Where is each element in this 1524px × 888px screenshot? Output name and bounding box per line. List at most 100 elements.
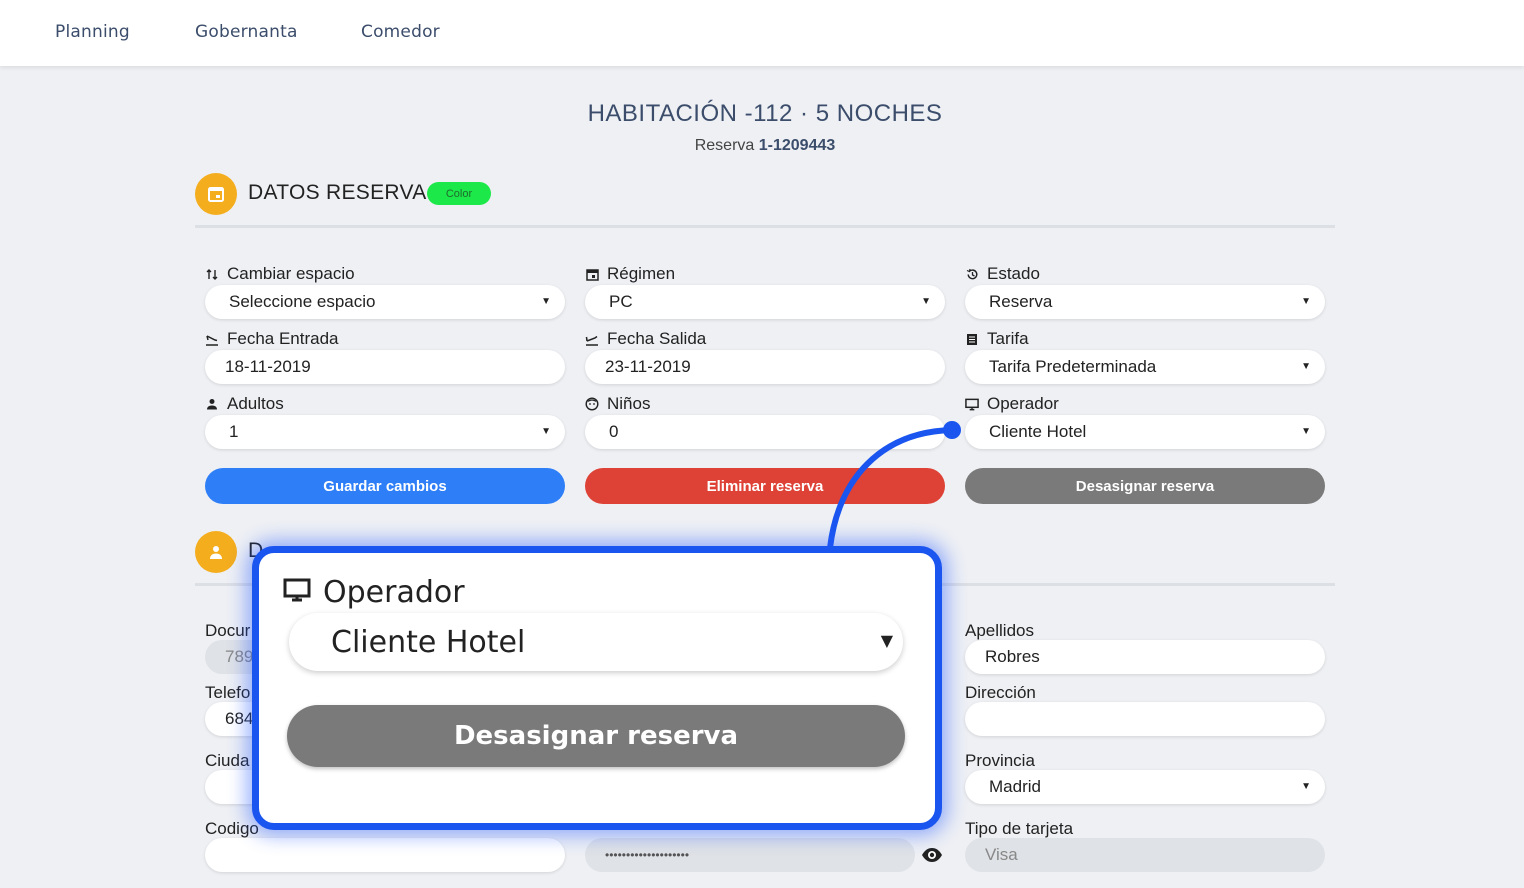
- label-text: Operador: [323, 575, 465, 610]
- eliminar-reserva-button[interactable]: Eliminar reserva: [585, 468, 945, 504]
- page-subtitle: Reserva 1-1209443: [0, 137, 1524, 155]
- select-value: Seleccione espacio: [229, 292, 376, 311]
- label-ciudad: Ciuda: [205, 751, 249, 771]
- label-text: Fecha Salida: [607, 329, 707, 348]
- label-documento: Docur: [205, 621, 250, 641]
- label-text: Tarifa: [987, 329, 1029, 348]
- operador-select[interactable]: Cliente Hotel ▼: [965, 415, 1325, 449]
- zoom-label-operador: Operador: [283, 575, 465, 610]
- history-icon: [965, 267, 979, 281]
- apellidos-input[interactable]: Robres: [965, 640, 1325, 674]
- input-value: 789: [225, 647, 254, 666]
- fecha-entrada-input[interactable]: 18-11-2019: [205, 350, 565, 384]
- flight-depart-icon: [585, 332, 599, 346]
- label-text: Operador: [987, 394, 1059, 413]
- label-fecha-salida: Fecha Salida: [585, 329, 706, 349]
- label-text: Niños: [607, 394, 651, 413]
- monitor-icon: [965, 397, 979, 411]
- caret-down-icon: ▼: [1301, 781, 1311, 792]
- caret-down-icon: ▼: [1301, 426, 1311, 437]
- swap-icon: [205, 267, 219, 281]
- label-cambiar-espacio: Cambiar espacio: [205, 264, 355, 284]
- caret-down-icon: ▼: [880, 631, 893, 650]
- label-estado: Estado: [965, 264, 1040, 284]
- label-text: Tipo de tarjeta: [965, 819, 1074, 838]
- label-provincia: Provincia: [965, 751, 1035, 771]
- nav-gobernanta[interactable]: Gobernanta: [195, 22, 298, 42]
- label-text: Fecha Entrada: [227, 329, 339, 348]
- numero-tarjeta-input[interactable]: ••••••••••••••••••••: [585, 838, 915, 872]
- direccion-input[interactable]: [965, 702, 1325, 736]
- input-value: 23-11-2019: [605, 357, 691, 376]
- eye-icon[interactable]: [921, 846, 943, 869]
- person-icon: [205, 397, 219, 411]
- select-value: Madrid: [989, 777, 1041, 796]
- label-text: Codigo: [205, 819, 259, 838]
- label-text: Apellidos: [965, 621, 1034, 640]
- reserva-prefix: Reserva: [694, 137, 759, 154]
- section-title-reserva: DATOS RESERVA: [248, 181, 427, 204]
- select-value: Visa: [985, 845, 1018, 864]
- select-value: 1: [229, 422, 239, 441]
- calendar-small-icon: [585, 267, 599, 281]
- label-text: Régimen: [607, 264, 676, 283]
- label-text: Dirección: [965, 683, 1036, 702]
- input-value: 18-11-2019: [225, 357, 311, 376]
- cambiar-espacio-select[interactable]: Seleccione espacio ▼: [205, 285, 565, 319]
- label-tarifa: Tarifa: [965, 329, 1029, 349]
- label-text: Docur: [205, 621, 251, 640]
- label-text: Telefo: [205, 683, 251, 702]
- nav-planning[interactable]: Planning: [55, 22, 130, 42]
- input-value: Robres: [985, 647, 1040, 666]
- label-direccion: Dirección: [965, 683, 1036, 703]
- top-nav-bar: Planning Gobernanta Comedor: [0, 0, 1524, 66]
- select-value: Cliente Hotel: [331, 624, 526, 660]
- label-regimen: Régimen: [585, 264, 675, 284]
- input-value: 0: [609, 422, 619, 441]
- ninos-input[interactable]: 0: [585, 415, 945, 449]
- provincia-select[interactable]: Madrid ▼: [965, 770, 1325, 804]
- tarifa-select[interactable]: Tarifa Predeterminada ▼: [965, 350, 1325, 384]
- child-face-icon: [585, 397, 599, 411]
- color-badge[interactable]: Color: [427, 182, 491, 205]
- guardar-cambios-button[interactable]: Guardar cambios: [205, 468, 565, 504]
- label-text: Estado: [987, 264, 1040, 283]
- estado-select[interactable]: Reserva ▼: [965, 285, 1325, 319]
- caret-down-icon: ▼: [1301, 361, 1311, 372]
- zoom-desasignar-button[interactable]: Desasignar reserva: [287, 705, 905, 767]
- calendar-icon: [195, 173, 237, 215]
- fecha-salida-input[interactable]: 23-11-2019: [585, 350, 945, 384]
- label-tipo-tarjeta: Tipo de tarjeta: [965, 819, 1073, 839]
- label-adultos: Adultos: [205, 394, 284, 414]
- label-text: Adultos: [227, 394, 284, 413]
- nav-comedor[interactable]: Comedor: [361, 22, 440, 42]
- label-codigo-postal: Codigo: [205, 819, 259, 839]
- select-value: Tarifa Predeterminada: [989, 357, 1157, 376]
- reserva-id: 1-1209443: [758, 137, 836, 154]
- label-operador: Operador: [965, 394, 1059, 414]
- divider: [195, 225, 1335, 228]
- label-telefono: Telefo: [205, 683, 250, 703]
- label-ninos: Niños: [585, 394, 650, 414]
- label-apellidos: Apellidos: [965, 621, 1034, 641]
- person-section-icon: [195, 531, 237, 573]
- label-text: Cambiar espacio: [227, 264, 355, 283]
- select-value: PC: [609, 292, 633, 311]
- desasignar-reserva-button[interactable]: Desasignar reserva: [965, 468, 1325, 504]
- input-value: 684: [225, 709, 254, 728]
- zoom-operador-select[interactable]: Cliente Hotel ▼: [289, 613, 903, 671]
- caret-down-icon: ▼: [541, 426, 551, 437]
- monitor-icon: [283, 575, 311, 610]
- codigo-postal-input[interactable]: [205, 838, 565, 872]
- caret-down-icon: ▼: [541, 296, 551, 307]
- input-value: ••••••••••••••••••••: [605, 848, 690, 862]
- tipo-tarjeta-select[interactable]: Visa: [965, 838, 1325, 872]
- label-text: Provincia: [965, 751, 1035, 770]
- page-title: HABITACIÓN -112 · 5 NOCHES: [587, 100, 943, 127]
- zoom-callout: Operador Cliente Hotel ▼ Desasignar rese…: [252, 546, 942, 830]
- adultos-select[interactable]: 1 ▼: [205, 415, 565, 449]
- select-value: Reserva: [989, 292, 1053, 311]
- label-text: Ciuda: [205, 751, 250, 770]
- regimen-select[interactable]: PC ▼: [585, 285, 945, 319]
- list-icon: [965, 332, 979, 346]
